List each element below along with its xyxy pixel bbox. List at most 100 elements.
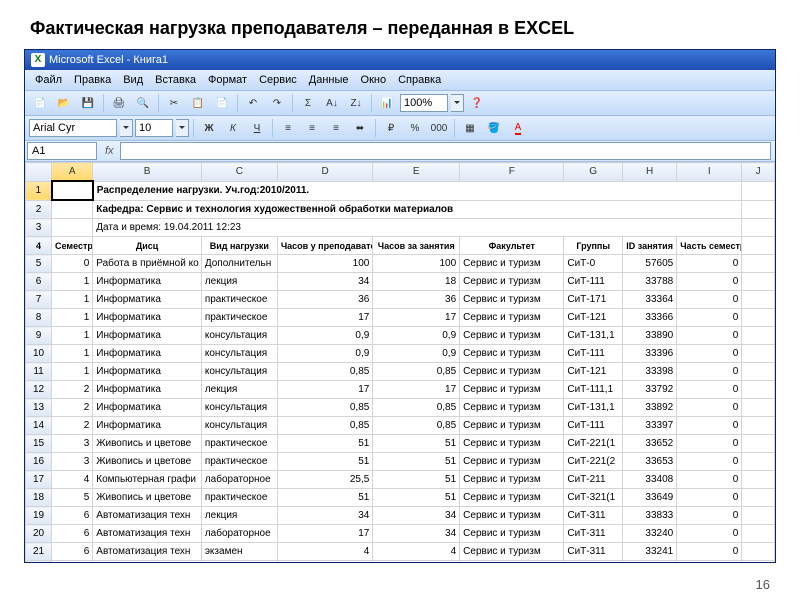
cell[interactable]	[742, 525, 775, 543]
cell[interactable]: 33788	[622, 273, 676, 291]
cell[interactable]: 6	[52, 543, 93, 561]
cell[interactable]: Автоматизация техн	[93, 525, 202, 543]
col-G[interactable]: G	[564, 163, 623, 182]
cell[interactable]: Информатика	[93, 363, 202, 381]
italic-icon[interactable]: К	[222, 117, 244, 139]
borders-icon[interactable]: ▦	[459, 117, 481, 139]
cell[interactable]: СиТ-121	[564, 309, 623, 327]
cell[interactable]: Сервис и туризм	[460, 399, 564, 417]
cell[interactable]: 0	[677, 543, 742, 561]
cell[interactable]: 17	[373, 381, 460, 399]
cell[interactable]: 0	[677, 471, 742, 489]
menu-tools[interactable]: Сервис	[253, 70, 303, 90]
cell[interactable]: СиТ-311	[564, 507, 623, 525]
row-header[interactable]: 4	[26, 237, 52, 255]
cell[interactable]: 1	[52, 327, 93, 345]
cell[interactable]: Сервис и туризм	[460, 489, 564, 507]
cell[interactable]: 1	[52, 309, 93, 327]
cell[interactable]: СиТ-111	[564, 417, 623, 435]
cell[interactable]: 0	[677, 273, 742, 291]
row-header[interactable]: 2	[26, 200, 52, 219]
cell[interactable]: лабораторное	[201, 471, 277, 489]
cell[interactable]	[742, 345, 775, 363]
row-header[interactable]: 14	[26, 417, 52, 435]
cell[interactable]: 33649	[622, 489, 676, 507]
cell[interactable]: 0,9	[373, 327, 460, 345]
merge-icon[interactable]: ⬌	[349, 117, 371, 139]
cell[interactable]: Компьютерная графи	[93, 471, 202, 489]
cell[interactable]: лабораторное	[201, 525, 277, 543]
align-center-icon[interactable]: ≡	[301, 117, 323, 139]
cell[interactable]: СиТ-311	[564, 525, 623, 543]
sort-asc-icon[interactable]: A↓	[321, 92, 343, 114]
hdr-disc[interactable]: Дисц	[93, 237, 202, 255]
row-header[interactable]: 15	[26, 435, 52, 453]
spreadsheet-grid[interactable]: A B C D E F G H I J 1	[25, 162, 775, 562]
cell[interactable]: 0,9	[277, 327, 373, 345]
cell[interactable]: СиТ-311	[564, 543, 623, 561]
cell[interactable]: Сервис и туризм	[460, 309, 564, 327]
cell[interactable]: 33892	[622, 399, 676, 417]
cell[interactable]: 34	[373, 507, 460, 525]
cell[interactable]: Сервис и туризм	[460, 507, 564, 525]
cell[interactable]: лекция	[201, 381, 277, 399]
preview-icon[interactable]: 🔍	[132, 92, 154, 114]
cell[interactable]: 51	[373, 471, 460, 489]
cell[interactable]	[742, 255, 775, 273]
cell[interactable]: 0,85	[373, 417, 460, 435]
cell[interactable]: 33408	[622, 471, 676, 489]
cell[interactable]: экзамен	[201, 543, 277, 561]
cell[interactable]: Сервис и туризм	[460, 363, 564, 381]
cell[interactable]: 6	[52, 507, 93, 525]
cell[interactable]: 34	[277, 273, 373, 291]
col-J[interactable]: J	[742, 163, 775, 182]
cell[interactable]: Информатика	[93, 291, 202, 309]
cell[interactable]: 34	[373, 525, 460, 543]
cell[interactable]: 0	[677, 417, 742, 435]
cell[interactable]: Сервис и туризм	[460, 417, 564, 435]
cell[interactable]: 33241	[622, 543, 676, 561]
cell[interactable]	[742, 543, 775, 561]
menu-data[interactable]: Данные	[303, 70, 355, 90]
cell[interactable]: 33890	[622, 327, 676, 345]
cell[interactable]: 1,7	[373, 561, 460, 563]
cell[interactable]: 33833	[622, 507, 676, 525]
cell[interactable]	[742, 471, 775, 489]
menu-view[interactable]: Вид	[117, 70, 149, 90]
cell[interactable]: Сервис и туризм	[460, 561, 564, 563]
cell[interactable]: Информатика	[93, 345, 202, 363]
hdr-faculty[interactable]: Факультет	[460, 237, 564, 255]
cell[interactable]: 36	[373, 291, 460, 309]
cell[interactable]: консультация	[201, 327, 277, 345]
cell[interactable]	[742, 363, 775, 381]
hdr-part[interactable]: Часть семестра	[677, 237, 742, 255]
cell[interactable]	[742, 273, 775, 291]
cell[interactable]	[742, 327, 775, 345]
cell[interactable]: консультация	[201, 399, 277, 417]
name-box[interactable]	[27, 142, 97, 160]
cell[interactable]: СиТ-111	[564, 345, 623, 363]
menu-insert[interactable]: Вставка	[149, 70, 202, 90]
col-I[interactable]: I	[677, 163, 742, 182]
cell[interactable]: 34	[277, 507, 373, 525]
fill-color-icon[interactable]: 🪣	[483, 117, 505, 139]
cell[interactable]: СиТ-221(1	[564, 435, 623, 453]
cell[interactable]: 57605	[622, 255, 676, 273]
paste-icon[interactable]: 📄	[211, 92, 233, 114]
cell[interactable]: 33240	[622, 525, 676, 543]
chart-icon[interactable]: 📊	[376, 92, 398, 114]
col-B[interactable]: B	[93, 163, 202, 182]
cell[interactable]: 25,5	[277, 471, 373, 489]
cell[interactable]: 3	[52, 435, 93, 453]
cell[interactable]: Сервис и туризм	[460, 255, 564, 273]
cell[interactable]: 0	[677, 489, 742, 507]
menu-format[interactable]: Формат	[202, 70, 253, 90]
cell[interactable]: 33397	[622, 417, 676, 435]
align-left-icon[interactable]: ≡	[277, 117, 299, 139]
cell[interactable]: Информатика	[93, 417, 202, 435]
cell[interactable]: 4	[52, 471, 93, 489]
row-header[interactable]: 22	[26, 561, 52, 563]
cell[interactable]: 4	[277, 543, 373, 561]
sum-icon[interactable]: Σ	[297, 92, 319, 114]
row-header[interactable]: 19	[26, 507, 52, 525]
